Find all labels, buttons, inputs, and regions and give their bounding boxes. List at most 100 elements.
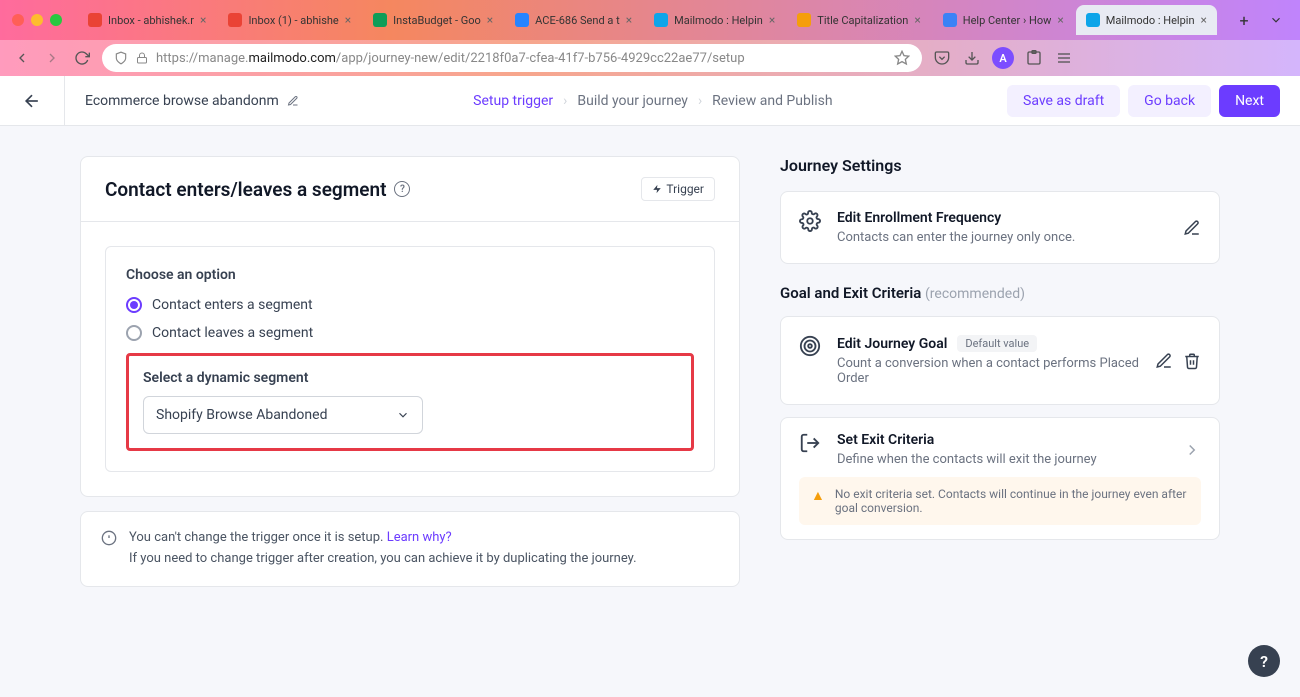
crumb-setup-trigger[interactable]: Setup trigger bbox=[473, 93, 553, 109]
browser-tab[interactable]: Mailmodo : Helpin × bbox=[644, 5, 785, 35]
segment-dropdown[interactable]: Shopify Browse Abandoned bbox=[143, 396, 423, 434]
journey-settings-heading: Journey Settings bbox=[780, 156, 1220, 175]
help-icon[interactable]: ? bbox=[394, 181, 410, 197]
exit-warning: ▲ No exit criteria set. Contacts will co… bbox=[799, 477, 1201, 525]
goal-body: Edit Journey Goal Default value Count a … bbox=[837, 335, 1141, 386]
url-bar[interactable]: https://manage.mailmodo.com/app/journey-… bbox=[102, 44, 922, 72]
exit-body: Set Exit Criteria Define when the contac… bbox=[837, 432, 1169, 467]
favicon bbox=[797, 13, 811, 27]
enrollment-body: Edit Enrollment Frequency Contacts can e… bbox=[837, 210, 1169, 245]
bolt-icon bbox=[652, 184, 662, 194]
radio-label: Contact leaves a segment bbox=[152, 325, 313, 341]
journey-goal-card: Edit Journey Goal Default value Count a … bbox=[780, 316, 1220, 405]
save-draft-button[interactable]: Save as draft bbox=[1007, 85, 1120, 117]
header-actions: Save as draft Go back Next bbox=[1007, 85, 1280, 117]
browser-tab[interactable]: Inbox - abhishek.r × bbox=[78, 5, 216, 35]
target-icon bbox=[799, 335, 823, 359]
radio-off-icon bbox=[126, 325, 142, 341]
favicon bbox=[373, 13, 387, 27]
crumb-review-publish[interactable]: Review and Publish bbox=[712, 93, 832, 109]
nav-forward-button[interactable] bbox=[42, 48, 62, 68]
gear-icon bbox=[799, 210, 823, 234]
enrollment-actions bbox=[1183, 210, 1201, 245]
lock-icon bbox=[136, 52, 148, 64]
trigger-card-header: Contact enters/leaves a segment ? Trigge… bbox=[81, 157, 739, 222]
crumb-build-journey[interactable]: Build your journey bbox=[577, 93, 688, 109]
help-fab[interactable]: ? bbox=[1248, 645, 1280, 677]
next-button[interactable]: Next bbox=[1219, 85, 1280, 117]
close-tab-icon[interactable]: × bbox=[1057, 13, 1063, 27]
favicon bbox=[1086, 13, 1100, 27]
edit-icon[interactable] bbox=[1155, 352, 1173, 370]
new-tab-button[interactable]: + bbox=[1232, 8, 1256, 32]
edit-name-icon[interactable] bbox=[287, 95, 299, 107]
info-icon bbox=[101, 530, 117, 546]
close-tab-icon[interactable]: × bbox=[914, 13, 920, 27]
warning-icon: ▲ bbox=[811, 487, 825, 515]
browser-tab[interactable]: InstaBudget - Goo × bbox=[363, 5, 503, 35]
favicon bbox=[228, 13, 242, 27]
close-tab-icon[interactable]: × bbox=[769, 13, 775, 27]
go-back-button[interactable]: Go back bbox=[1128, 85, 1211, 117]
radio-on-icon bbox=[126, 297, 142, 313]
back-button[interactable] bbox=[20, 89, 44, 113]
browser-tab[interactable]: Inbox (1) - abhishe× bbox=[218, 5, 361, 35]
menu-icon[interactable] bbox=[1054, 48, 1074, 68]
reload-button[interactable] bbox=[72, 48, 92, 68]
divider bbox=[64, 76, 65, 126]
breadcrumbs: Setup trigger › Build your journey › Rev… bbox=[473, 93, 832, 109]
pocket-icon[interactable] bbox=[932, 48, 952, 68]
close-tab-icon[interactable]: × bbox=[1201, 13, 1207, 27]
browser-tab[interactable]: Title Capitalization× bbox=[787, 5, 930, 35]
tab-overflow-button[interactable] bbox=[1264, 8, 1288, 32]
exit-icon bbox=[799, 432, 823, 456]
delete-icon[interactable] bbox=[1183, 352, 1201, 370]
trigger-card-title: Contact enters/leaves a segment ? bbox=[105, 178, 410, 201]
goal-title: Edit Journey Goal Default value bbox=[837, 335, 1141, 352]
favicon bbox=[943, 13, 957, 27]
browser-tab[interactable]: Mailmodo : Helpin× bbox=[1076, 5, 1217, 35]
radio-contact-leaves[interactable]: Contact leaves a segment bbox=[126, 325, 694, 341]
chevron-right-icon[interactable] bbox=[1183, 441, 1201, 459]
edit-icon[interactable] bbox=[1183, 219, 1201, 237]
radio-label: Contact enters a segment bbox=[152, 297, 313, 313]
close-tab-icon[interactable]: × bbox=[200, 13, 206, 27]
segment-highlight-box: Select a dynamic segment Shopify Browse … bbox=[126, 353, 694, 451]
browser-tab-bar: Inbox - abhishek.r×Inbox (1) - abhishe×I… bbox=[0, 0, 1300, 40]
download-icon[interactable] bbox=[962, 48, 982, 68]
exit-criteria-card[interactable]: Set Exit Criteria Define when the contac… bbox=[780, 417, 1220, 540]
goal-exit-heading: Goal and Exit Criteria (recommended) bbox=[780, 284, 1220, 302]
browser-tab[interactable]: ACE-686 Send a t× bbox=[505, 5, 642, 35]
favicon bbox=[515, 13, 529, 27]
browser-tab[interactable]: Help Center › How × bbox=[933, 5, 1074, 35]
nav-back-button[interactable] bbox=[12, 48, 32, 68]
learn-why-link[interactable]: Learn why? bbox=[387, 530, 452, 545]
enrollment-title: Edit Enrollment Frequency bbox=[837, 210, 1169, 226]
goal-sub: Count a conversion when a contact perfor… bbox=[837, 356, 1141, 386]
chevron-right-icon: › bbox=[698, 93, 702, 109]
exit-sub: Define when the contacts will exit the j… bbox=[837, 452, 1169, 467]
extensions-icon[interactable] bbox=[1024, 48, 1044, 68]
window-controls bbox=[12, 14, 62, 26]
exit-actions bbox=[1183, 432, 1201, 467]
tab-label: Inbox - abhishek.r bbox=[108, 14, 194, 27]
profile-avatar[interactable]: A bbox=[992, 47, 1014, 69]
minimize-window-icon[interactable] bbox=[31, 14, 43, 26]
close-tab-icon[interactable]: × bbox=[345, 13, 351, 27]
close-tab-icon[interactable]: × bbox=[626, 13, 632, 27]
tab-label: Mailmodo : Helpin bbox=[674, 14, 763, 27]
choose-option-label: Choose an option bbox=[126, 267, 694, 283]
left-column: Contact enters/leaves a segment ? Trigge… bbox=[80, 156, 740, 587]
radio-contact-enters[interactable]: Contact enters a segment bbox=[126, 297, 694, 313]
tab-label: Help Center › How bbox=[963, 14, 1052, 27]
trigger-badge-text: Trigger bbox=[666, 182, 704, 196]
bookmark-icon[interactable] bbox=[894, 50, 910, 66]
close-window-icon[interactable] bbox=[12, 14, 24, 26]
options-box: Choose an option Contact enters a segmen… bbox=[105, 246, 715, 472]
tab-label: InstaBudget - Goo bbox=[393, 14, 481, 27]
app-header: Ecommerce browse abandonm Setup trigger … bbox=[0, 76, 1300, 126]
maximize-window-icon[interactable] bbox=[50, 14, 62, 26]
journey-name: Ecommerce browse abandonm bbox=[85, 93, 299, 109]
close-tab-icon[interactable]: × bbox=[487, 13, 493, 27]
trigger-card: Contact enters/leaves a segment ? Trigge… bbox=[80, 156, 740, 497]
